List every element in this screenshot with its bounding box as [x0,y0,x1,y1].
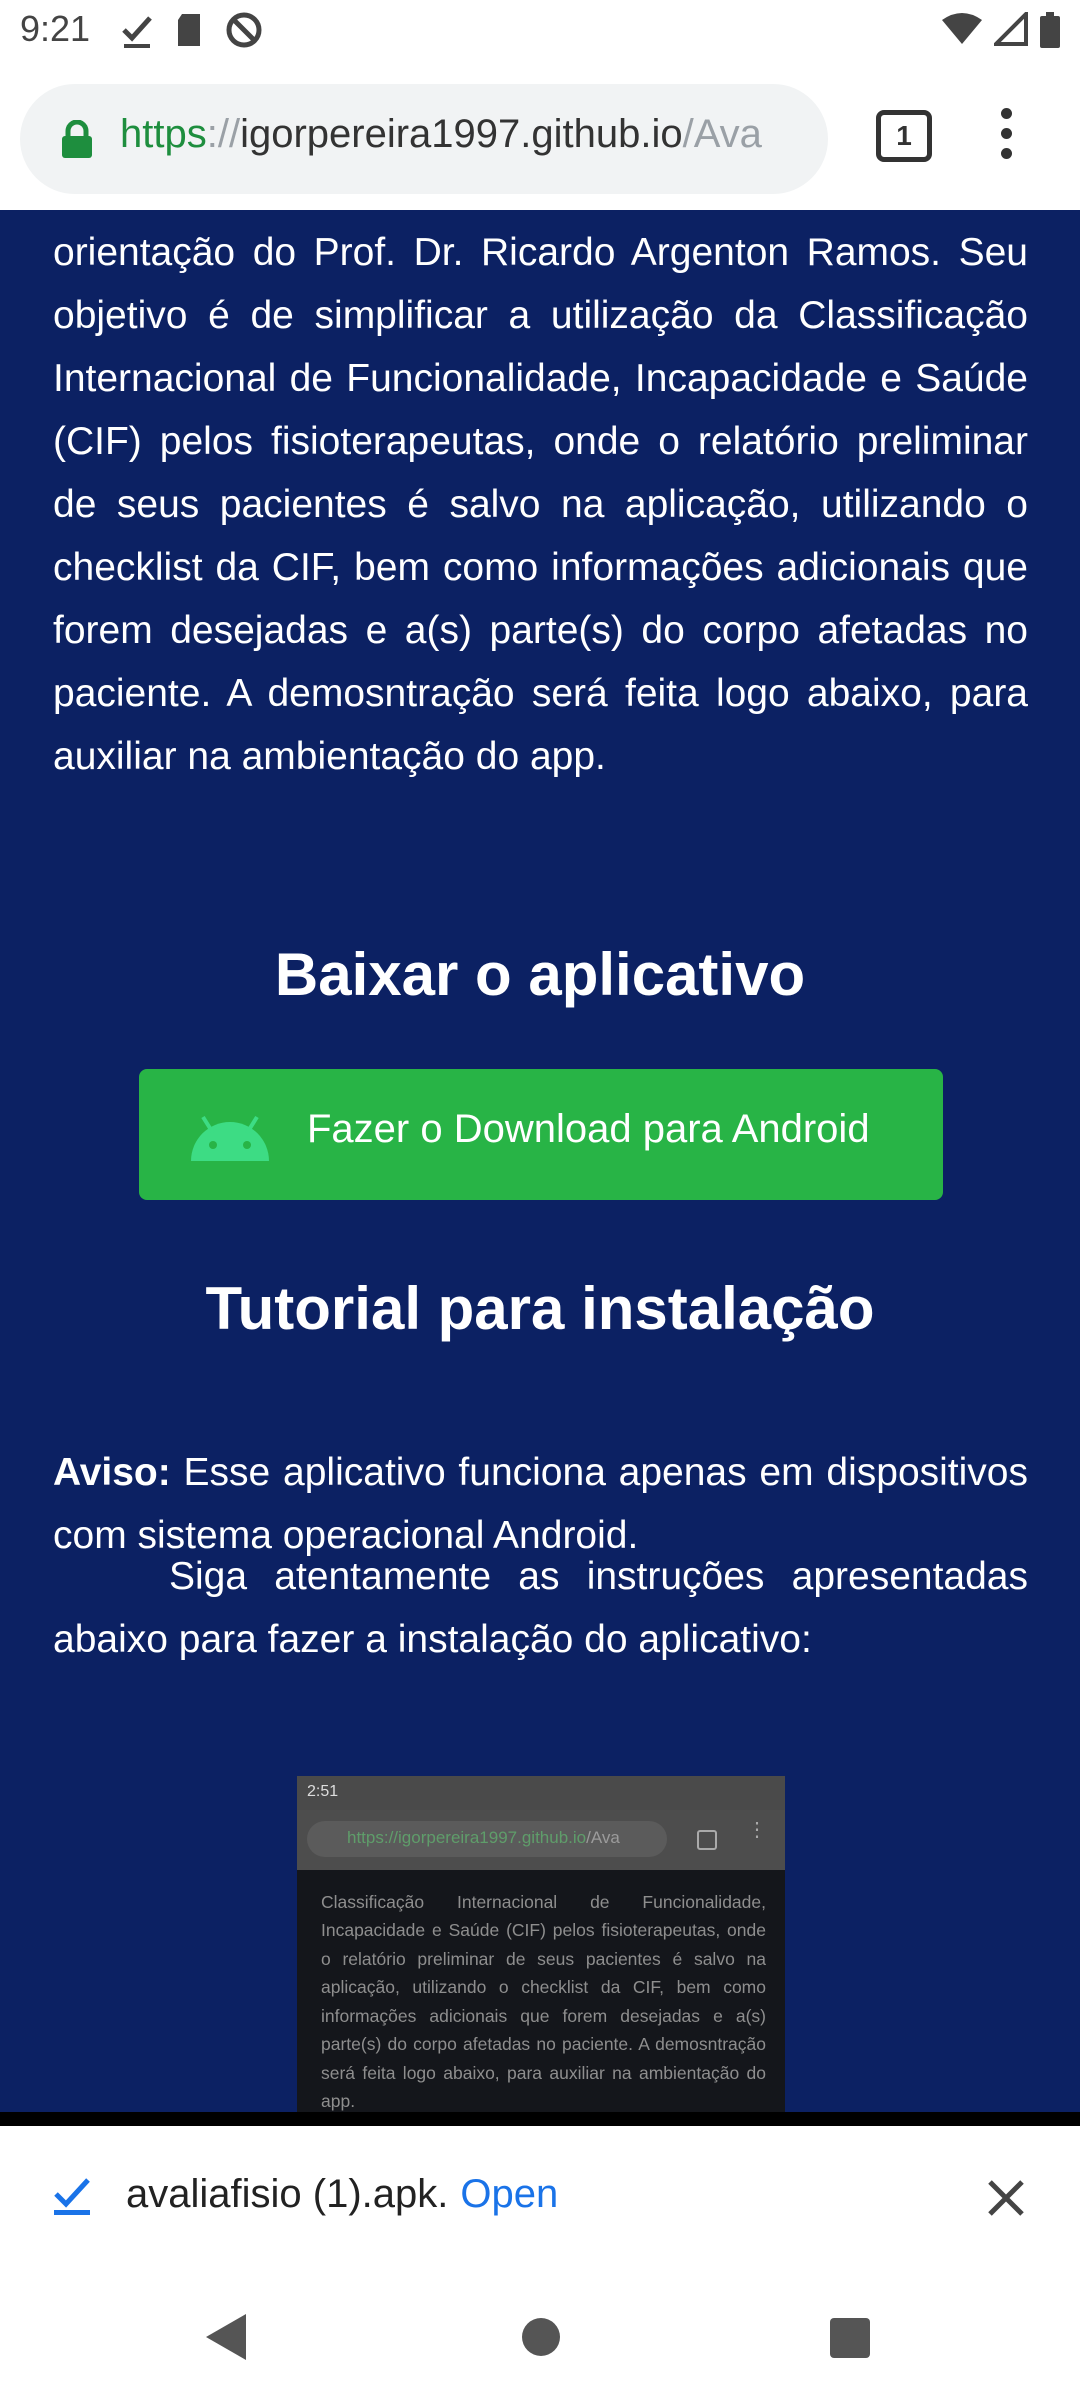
close-icon[interactable] [988,2180,1024,2216]
lock-icon [62,120,92,158]
download-complete-icon [54,2178,90,2215]
url-host: igorpereira1997.github.io [240,112,683,156]
status-bar: 9:21 [0,0,1080,64]
battery-icon [1040,12,1060,48]
download-button-label: Fazer o Download para Android [307,1107,870,1151]
web-page[interactable]: orientação do Prof. Dr. Ricardo Argenton… [0,210,1080,2112]
sd-card-icon [178,14,200,46]
warning-label: Aviso: [53,1451,171,1494]
tutorial-screenshot: 2:51 https://igorpereira1997.github.io/A… [297,1776,785,2112]
check-icon [122,16,152,48]
url-text: https://igorpereira1997.github.io/Ava [120,112,762,157]
warning-text: Esse aplicativo funciona apenas em dispo… [53,1451,1028,1557]
android-icon [191,1115,269,1161]
recent-apps-icon[interactable] [830,2318,870,2358]
system-nav-bar [0,2274,1080,2400]
screenshot-time: 2:51 [307,1783,339,1800]
sync-disabled-icon [226,12,262,48]
wifi-icon [942,13,982,44]
download-open-link[interactable]: Open [460,2172,558,2216]
url-path: /Ava [682,112,762,156]
screenshot-status-bar: 2:51 [297,1776,785,1810]
android-download-button[interactable]: Fazer o Download para Android [139,1069,943,1200]
tab-switcher-button[interactable]: 1 [876,110,932,162]
home-icon[interactable] [522,2318,560,2356]
url-bar[interactable]: https://igorpereira1997.github.io/Ava [20,84,828,194]
download-heading: Baixar o aplicativo [274,941,806,1008]
screenshot-url: https://igorpereira1997.github.io/Ava [347,1828,620,1847]
screenshot-menu-icon: ⋮ [747,1819,767,1841]
status-time: 9:21 [20,8,91,49]
screenshot-url-bar: https://igorpereira1997.github.io/Ava ⋮ [297,1810,785,1870]
tutorial-heading: Tutorial para instalação [205,1275,875,1342]
screenshot-text: Classificação Internacional de Funcional… [321,1891,766,2112]
signal-icon [994,12,1028,46]
download-infobar: avaliafisio (1).apk. Open [0,2126,1080,2276]
download-filename: avaliafisio (1).apk. [126,2172,449,2216]
more-options-icon[interactable] [998,108,1018,168]
browser-toolbar: https://igorpereira1997.github.io/Ava 1 [0,64,1080,210]
back-icon[interactable] [206,2314,246,2360]
download-file: avaliafisio (1).apk. Open [126,2172,558,2217]
url-separator: :// [206,112,241,156]
screenshot-tab-icon [697,1830,717,1850]
divider [0,2112,1080,2126]
url-scheme: https [120,112,207,156]
instructions-paragraph: Siga atentamente as instruções apresenta… [53,1555,1028,1661]
intro-paragraph: orientação do Prof. Dr. Ricardo Argenton… [53,231,1028,778]
